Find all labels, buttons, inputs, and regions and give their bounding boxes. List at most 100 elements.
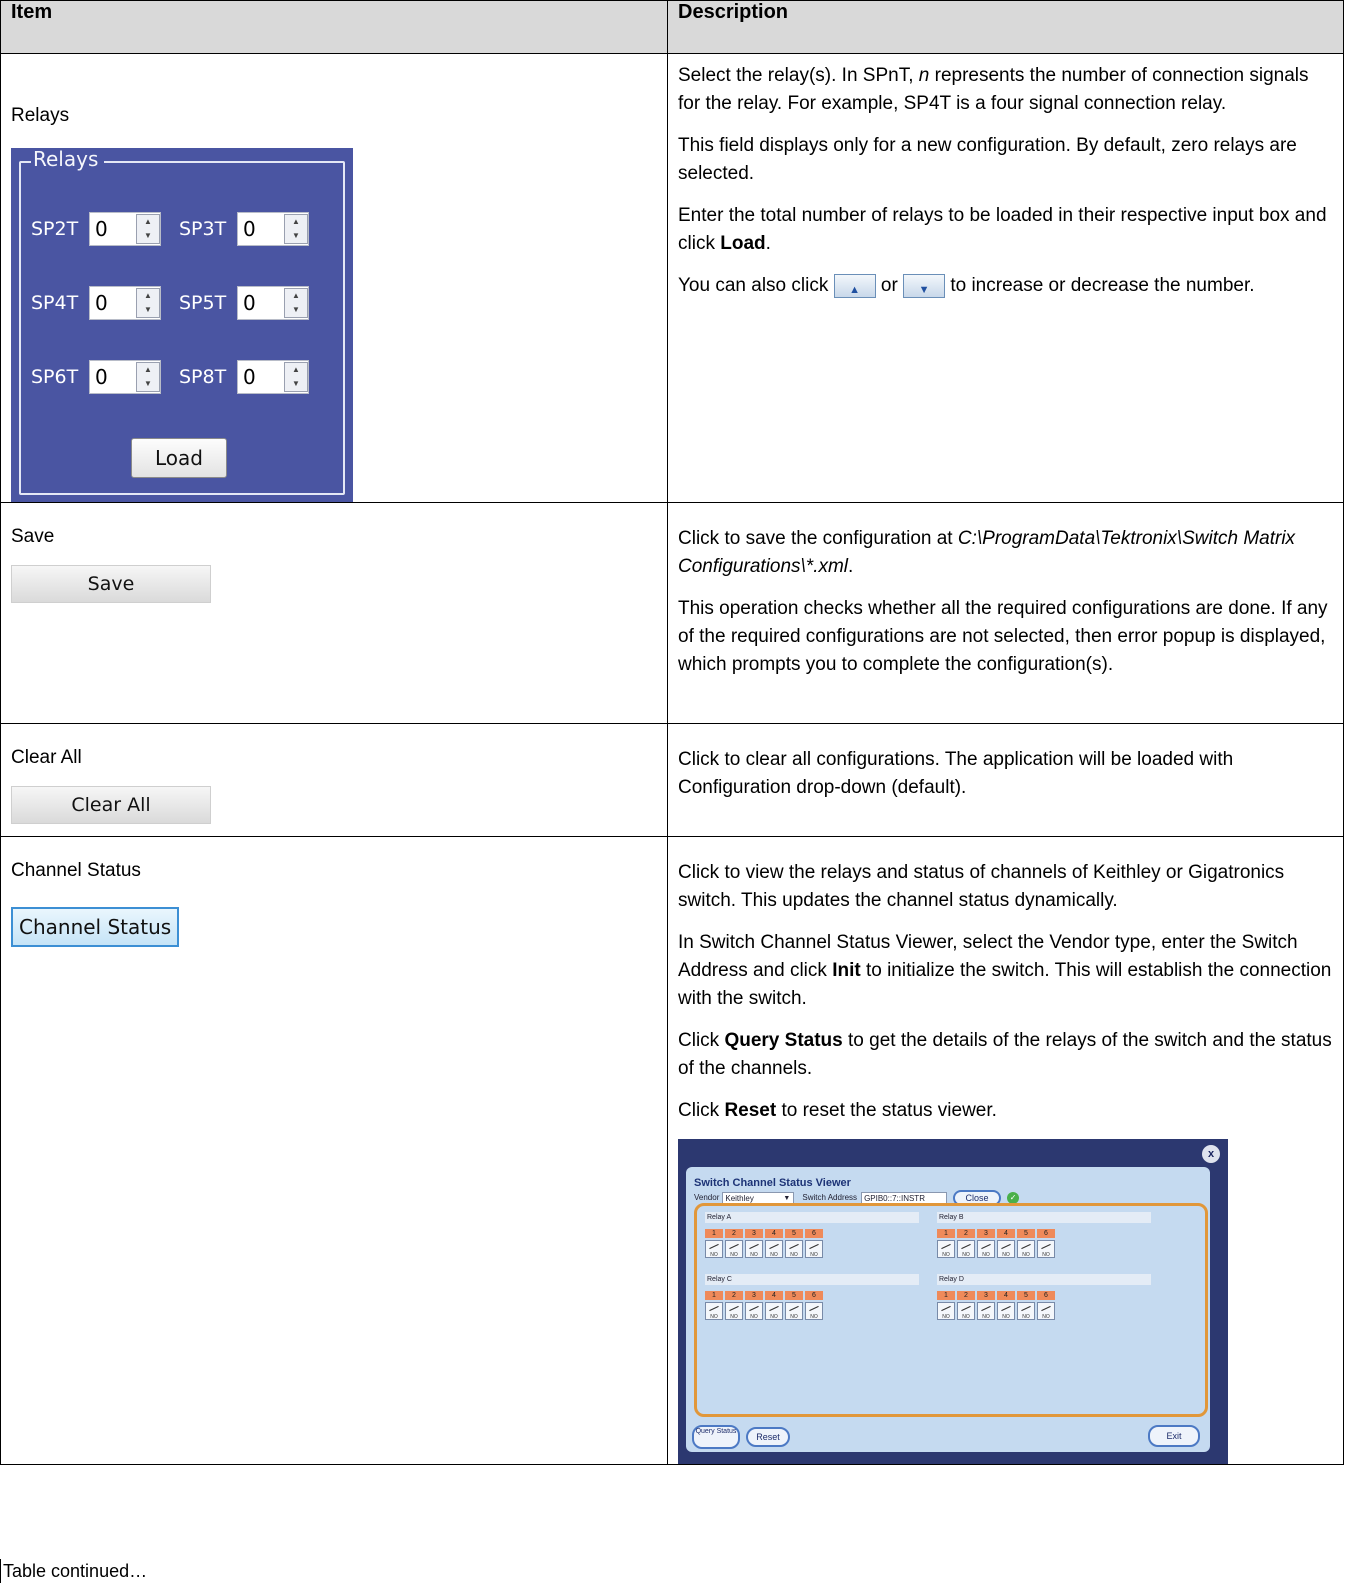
down-arrow-icon[interactable]: ▼ (137, 377, 159, 391)
switch-state-icon[interactable]: NO (785, 1302, 803, 1320)
spin-buttons[interactable]: ▲ ▼ (136, 362, 160, 392)
text: to reset the status viewer. (776, 1100, 997, 1121)
text: . (848, 556, 854, 577)
channel-number: 2 (725, 1291, 743, 1300)
switch-state-icon[interactable]: NO (765, 1240, 783, 1258)
relay-label: SP6T (31, 366, 79, 388)
channel-switch-row: NO NO NO NO NO NO (705, 1302, 919, 1320)
relay-group: Relay D 1 2 3 4 5 6 NO NO NO NO NO NO (937, 1274, 1151, 1320)
stepper-value[interactable]: 0 (238, 289, 284, 317)
down-arrow-icon[interactable]: ▼ (137, 303, 159, 317)
save-item-cell: Save Save (0, 502, 668, 724)
channel-number-row: 123456 (705, 1229, 919, 1238)
spin-buttons[interactable]: ▲ ▼ (284, 214, 308, 244)
reset-button[interactable]: Reset (746, 1427, 790, 1447)
relays-description-cell: Select the relay(s). In SPnT, n represen… (667, 53, 1344, 503)
up-arrow-icon[interactable]: ▲ (285, 289, 307, 303)
relay-label: SP4T (31, 292, 79, 314)
switch-state-icon[interactable]: NO (725, 1302, 743, 1320)
item-description-table: Item Description Relays Relays SP2T 0 ▲ ▼ … (0, 0, 1344, 1465)
sp6t-stepper[interactable]: 0 ▲ ▼ (89, 360, 161, 394)
clear-all-button[interactable]: Clear All (11, 786, 211, 824)
switch-state-icon[interactable]: NO (937, 1240, 955, 1258)
relays-panel: Relays SP2T 0 ▲ ▼ SP3T 0 ▲ ▼ SP4T 0 ▲ ▼ SP5T 0… (11, 148, 353, 502)
switch-state-icon[interactable]: NO (805, 1302, 823, 1320)
sp4t-stepper[interactable]: 0 ▲ ▼ (89, 286, 161, 320)
text: Click (678, 1100, 725, 1121)
switch-state-icon[interactable]: NO (1017, 1240, 1035, 1258)
up-arrow-icon[interactable]: ▲ (137, 363, 159, 377)
channel-number: 5 (1017, 1229, 1035, 1238)
switch-state-icon[interactable]: NO (957, 1240, 975, 1258)
switch-state-icon[interactable]: NO (725, 1240, 743, 1258)
switch-state-icon[interactable]: NO (1037, 1302, 1055, 1320)
vendor-value: Keithley (725, 1194, 754, 1203)
relay-label: SP8T (179, 366, 227, 388)
switch-state-icon[interactable]: NO (705, 1240, 723, 1258)
save-desc-p2: This operation checks whether all the re… (678, 598, 1328, 675)
down-arrow-icon[interactable]: ▼ (137, 229, 159, 243)
sp3t-stepper[interactable]: 0 ▲ ▼ (237, 212, 309, 246)
exit-button[interactable]: Exit (1148, 1425, 1200, 1447)
emphasis: n (918, 65, 930, 86)
switch-state-icon[interactable]: NO (1017, 1302, 1035, 1320)
text: Enter the total number of relays to be l… (678, 205, 1327, 254)
channel-number: 3 (977, 1229, 995, 1238)
switch-state-icon[interactable]: NO (1037, 1240, 1055, 1258)
close-icon[interactable]: x (1202, 1145, 1220, 1163)
stepper-value[interactable]: 0 (238, 215, 284, 243)
load-button[interactable]: Load (131, 438, 227, 478)
switch-state-icon[interactable]: NO (997, 1240, 1015, 1258)
switch-state-icon[interactable]: NO (997, 1302, 1015, 1320)
stepper-value[interactable]: 0 (90, 363, 136, 391)
switch-state-icon[interactable]: NO (937, 1302, 955, 1320)
table-row: Clear All Clear All Click to clear all c… (0, 723, 1344, 837)
query-status-button[interactable]: Query Status (692, 1425, 740, 1449)
switch-state-icon[interactable]: NO (977, 1240, 995, 1258)
save-button[interactable]: Save (11, 565, 211, 603)
down-arrow-icon[interactable]: ▼ (285, 377, 307, 391)
sp2t-stepper[interactable]: 0 ▲ ▼ (89, 212, 161, 246)
channel-number: 6 (805, 1229, 823, 1238)
channel-number: 6 (1037, 1291, 1055, 1300)
spin-buttons[interactable]: ▲ ▼ (136, 288, 160, 318)
channel-switch-row: NO NO NO NO NO NO (705, 1240, 919, 1258)
channel-status-item-cell: Channel Status Channel Status (0, 836, 668, 1465)
switch-state-icon[interactable]: NO (745, 1240, 763, 1258)
switch-state-icon[interactable]: NO (957, 1302, 975, 1320)
up-arrow-icon[interactable]: ▲ (137, 289, 159, 303)
relay-row: SP4T 0 ▲ ▼ SP5T 0 ▲ ▼ (31, 286, 327, 320)
down-arrow-icon[interactable]: ▼ (285, 229, 307, 243)
spin-buttons[interactable]: ▲ ▼ (136, 214, 160, 244)
cs-desc-p3: Click Query Status to get the details of… (678, 1027, 1333, 1083)
switch-state-icon[interactable]: NO (745, 1302, 763, 1320)
stepper-value[interactable]: 0 (90, 289, 136, 317)
cs-desc-p2: In Switch Channel Status Viewer, select … (678, 929, 1333, 1013)
spin-buttons[interactable]: ▲ ▼ (284, 362, 308, 392)
channel-number: 4 (997, 1229, 1015, 1238)
stepper-value[interactable]: 0 (90, 215, 136, 243)
switch-state-icon[interactable]: NO (785, 1240, 803, 1258)
down-arrow-icon[interactable]: ▼ (285, 303, 307, 317)
channel-number: 6 (805, 1291, 823, 1300)
up-arrow-icon[interactable]: ▲ (137, 215, 159, 229)
channel-status-button[interactable]: Channel Status (11, 907, 180, 947)
channel-number: 5 (1017, 1291, 1035, 1300)
switch-state-icon[interactable]: NO (765, 1302, 783, 1320)
sp8t-stepper[interactable]: 0 ▲ ▼ (237, 360, 309, 394)
text: to increase or decrease the number. (945, 275, 1255, 296)
switch-state-icon[interactable]: NO (705, 1302, 723, 1320)
cs-desc-p4: Click Reset to reset the status viewer. (678, 1097, 1333, 1125)
channel-number-row: 123456 (705, 1291, 919, 1300)
channel-number: 3 (745, 1291, 763, 1300)
stepper-value[interactable]: 0 (238, 363, 284, 391)
switch-state-icon[interactable]: NO (805, 1240, 823, 1258)
up-arrow-icon[interactable]: ▲ (285, 363, 307, 377)
bold-text: Query Status (724, 1030, 843, 1051)
switch-state-icon[interactable]: NO (977, 1302, 995, 1320)
table-row: Channel Status Channel Status Click to v… (0, 836, 1344, 1465)
spin-buttons[interactable]: ▲ ▼ (284, 288, 308, 318)
sp5t-stepper[interactable]: 0 ▲ ▼ (237, 286, 309, 320)
channel-number: 1 (937, 1229, 955, 1238)
up-arrow-icon[interactable]: ▲ (285, 215, 307, 229)
